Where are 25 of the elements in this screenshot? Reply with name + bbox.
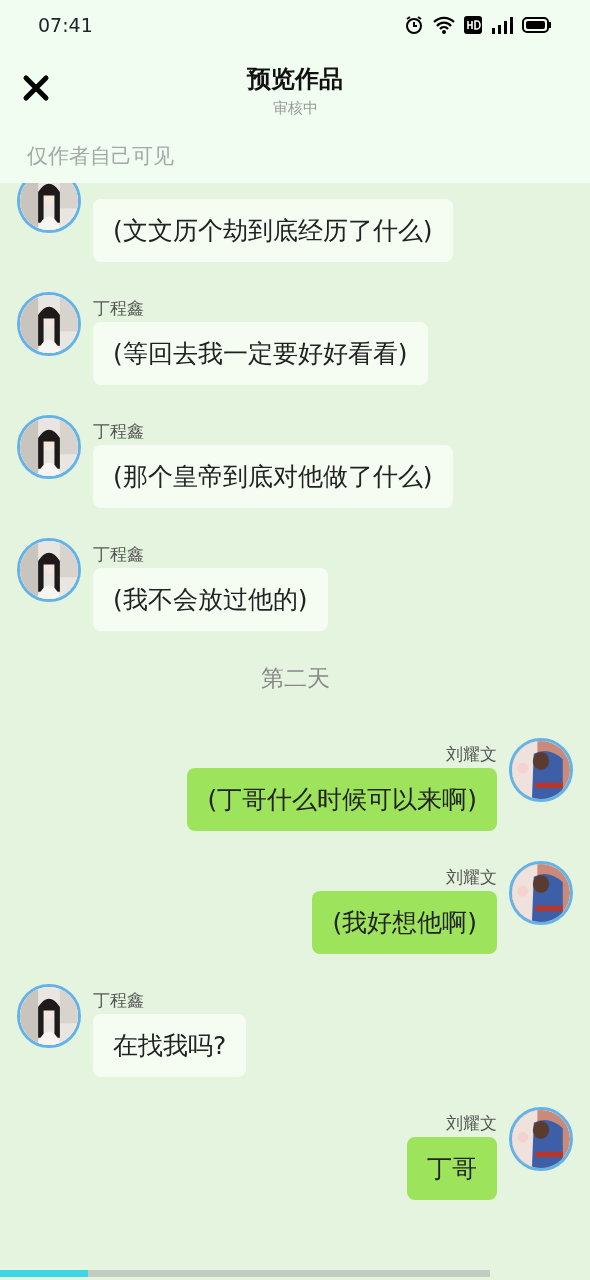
message-bubble: 在找我吗? [93, 1013, 247, 1077]
sender-name: 刘耀文 [446, 742, 497, 766]
review-status: 审核中 [272, 97, 318, 119]
message-bubble: (我不会放过他的) [93, 568, 328, 631]
clock-time: 07:41 [38, 12, 93, 38]
message-bubble: (丁哥什么时候可以来啊) [187, 767, 497, 831]
sender-name: 丁程鑫 [93, 543, 145, 566]
battery-icon [522, 17, 552, 33]
message-bubble: (我好想他啊) [312, 890, 497, 954]
message-bubble: (文文历个劫到底经历了什么) [93, 199, 453, 262]
wifi-icon [432, 16, 456, 34]
sender-name: 丁程鑫 [93, 297, 145, 320]
page-title: 预览作品 [247, 63, 343, 95]
alarm-icon [404, 15, 424, 35]
sender-name: 丁程鑫 [93, 988, 145, 1012]
message-bubble: (那个皇帝到底对他做了什么) [93, 445, 453, 508]
message-bubble: (等回去我一定要好好看看) [93, 322, 428, 385]
message-bubble: 丁哥 [407, 1136, 497, 1200]
hd-icon [464, 16, 482, 34]
cell-signal-icon [490, 16, 514, 34]
sender-name: 丁程鑫 [93, 420, 145, 443]
date-divider: 第二天 [260, 665, 330, 691]
sender-name: 刘耀文 [446, 865, 497, 889]
visibility-note: 仅作者自己可见 [27, 142, 174, 170]
sender-name: 刘耀文 [446, 1111, 497, 1135]
